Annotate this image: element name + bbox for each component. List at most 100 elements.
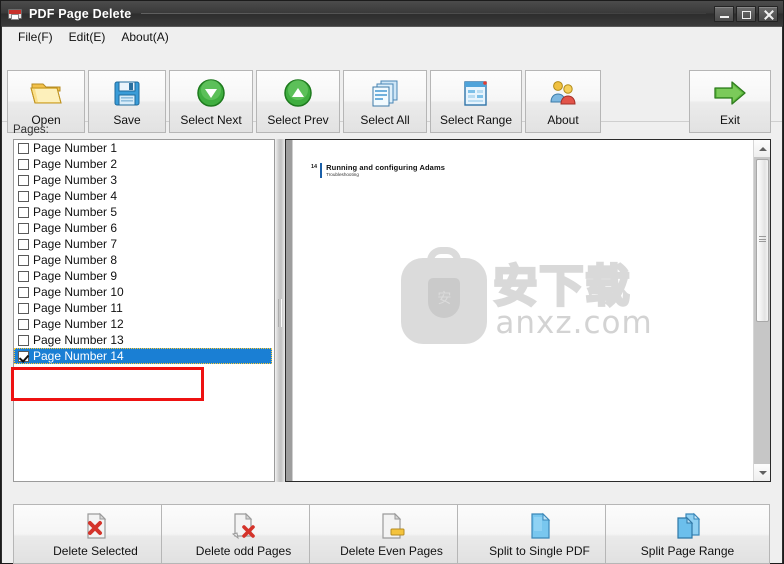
page-checkbox[interactable] <box>18 254 29 266</box>
save-button-label: Save <box>113 113 141 127</box>
pages-label: Pages: <box>13 124 49 136</box>
page-checkbox[interactable] <box>18 190 29 202</box>
list-item-label: Page Number 12 <box>33 317 124 331</box>
delete-odd-pages-label: Delete odd Pages <box>195 544 292 558</box>
list-item[interactable]: Page Number 5 <box>14 204 274 220</box>
list-item-label: Page Number 6 <box>33 221 118 235</box>
scroll-down-arrow-icon[interactable] <box>754 464 770 481</box>
menu-bar: File(F) Edit(E) About(A) <box>2 27 782 48</box>
page-checkbox[interactable] <box>18 238 29 250</box>
green-down-arrow-icon <box>195 73 227 113</box>
multi-page-icon <box>369 73 401 113</box>
select-prev-button[interactable]: Select Prev <box>256 70 340 133</box>
pdf-preview-panel[interactable]: 14 Running and configuring Adams Trouble… <box>285 139 771 482</box>
people-icon <box>547 73 579 113</box>
split-to-single-pdf-button[interactable]: Split to Single PDF <box>457 504 622 564</box>
page-range-icon <box>460 73 492 113</box>
page-checkbox[interactable] <box>18 350 29 362</box>
list-item-label: Page Number 3 <box>33 173 118 187</box>
application-window: PDF Page Delete File(F) Edit(E) About(A) <box>0 0 784 564</box>
pdf-page-render: 14 Running and configuring Adams Trouble… <box>293 140 754 481</box>
watermark-badge-char: 安 <box>437 291 452 307</box>
open-folder-icon <box>29 73 63 113</box>
client-area: File(F) Edit(E) About(A) Open Save Selec… <box>2 26 782 564</box>
watermark-en-text: anxz.com <box>495 304 653 341</box>
maximize-button[interactable] <box>736 5 756 22</box>
watermark-badge-icon: 安 <box>401 247 488 344</box>
pdf-app-icon <box>7 6 23 22</box>
scroll-up-arrow-icon[interactable] <box>754 140 770 157</box>
select-range-button[interactable]: Select Range <box>430 70 522 133</box>
list-item-label: Page Number 9 <box>33 269 118 283</box>
pdf-subheading: Troubleshooting <box>326 172 359 177</box>
window-controls <box>714 5 778 22</box>
exit-button[interactable]: Exit <box>689 70 771 133</box>
list-item[interactable]: Page Number 9 <box>14 268 274 284</box>
select-all-label: Select All <box>360 113 410 127</box>
list-item[interactable]: Page Number 6 <box>14 220 274 236</box>
save-button[interactable]: Save <box>88 70 166 133</box>
green-right-arrow-icon <box>711 73 749 113</box>
list-item-label: Page Number 13 <box>33 333 124 347</box>
floppy-disk-icon <box>112 73 142 113</box>
select-all-button[interactable]: Select All <box>343 70 427 133</box>
splitter-grip[interactable] <box>278 299 282 327</box>
page-checkbox[interactable] <box>18 334 29 346</box>
scrollbar-track[interactable] <box>754 157 770 464</box>
about-button-label: About <box>547 113 579 127</box>
split-range-icon <box>673 508 703 544</box>
minimize-button[interactable] <box>714 5 734 22</box>
delete-odd-pages-button[interactable]: Delete odd Pages <box>161 504 326 564</box>
close-button[interactable] <box>758 5 778 22</box>
list-item[interactable]: Page Number 12 <box>14 316 274 332</box>
page-checkbox[interactable] <box>18 302 29 314</box>
list-item-label: Page Number 1 <box>33 141 118 155</box>
delete-selected-button[interactable]: Delete Selected <box>13 504 178 564</box>
title-divider <box>141 13 706 14</box>
page-checkbox[interactable] <box>18 174 29 186</box>
page-checkbox[interactable] <box>18 318 29 330</box>
delete-selected-label: Delete Selected <box>53 544 138 558</box>
scrollbar-thumb-grip <box>759 236 766 242</box>
pdf-page-number: 14 <box>311 164 318 170</box>
list-item[interactable]: Page Number 8 <box>14 252 274 268</box>
toolbar: Open Save Select Next Select Prev Select… <box>2 48 782 133</box>
page-checkbox[interactable] <box>18 142 29 154</box>
list-item[interactable]: Page Number 13 <box>14 332 274 348</box>
list-item[interactable]: Page Number 4 <box>14 188 274 204</box>
delete-even-pages-button[interactable]: Delete Even Pages <box>309 504 474 564</box>
list-item[interactable]: Page Number 7 <box>14 236 274 252</box>
select-next-button[interactable]: Select Next <box>169 70 253 133</box>
scrollbar-thumb[interactable] <box>756 159 769 322</box>
action-button-bar: Delete Selected Delete odd Pages Delete … <box>2 492 782 564</box>
menu-file[interactable]: File(F) <box>10 28 61 47</box>
preview-vertical-scrollbar[interactable] <box>753 140 770 481</box>
pdf-header-rule <box>320 163 323 178</box>
list-item[interactable]: Page Number 2 <box>14 156 274 172</box>
list-item[interactable]: Page Number 3 <box>14 172 274 188</box>
list-item[interactable]: Page Number 10 <box>14 284 274 300</box>
menu-about[interactable]: About(A) <box>113 28 176 47</box>
list-item[interactable]: Page Number 1 <box>14 140 274 156</box>
page-checkbox[interactable] <box>18 222 29 234</box>
page-checkbox[interactable] <box>18 286 29 298</box>
delete-even-pages-label: Delete Even Pages <box>340 544 443 558</box>
split-to-single-pdf-label: Split to Single PDF <box>489 544 590 558</box>
title-bar: PDF Page Delete <box>1 1 783 26</box>
page-checkbox[interactable] <box>18 206 29 218</box>
list-item-label: Page Number 2 <box>33 157 118 171</box>
page-checkbox[interactable] <box>18 158 29 170</box>
about-button[interactable]: About <box>525 70 601 133</box>
list-item-label: Page Number 8 <box>33 253 118 267</box>
window-title: PDF Page Delete <box>29 6 132 21</box>
exit-button-label: Exit <box>719 113 740 127</box>
list-item-selected[interactable]: Page Number 14 <box>14 348 272 364</box>
split-page-range-button[interactable]: Split Page Range <box>605 504 770 564</box>
page-checkbox[interactable] <box>18 270 29 282</box>
menu-edit[interactable]: Edit(E) <box>61 28 114 47</box>
list-item[interactable]: Page Number 11 <box>14 300 274 316</box>
panel-splitter[interactable] <box>275 139 285 482</box>
pages-list[interactable]: Page Number 1 Page Number 2 Page Number … <box>13 139 275 482</box>
select-range-label: Select Range <box>439 113 513 127</box>
list-item-label: Page Number 4 <box>33 189 118 203</box>
